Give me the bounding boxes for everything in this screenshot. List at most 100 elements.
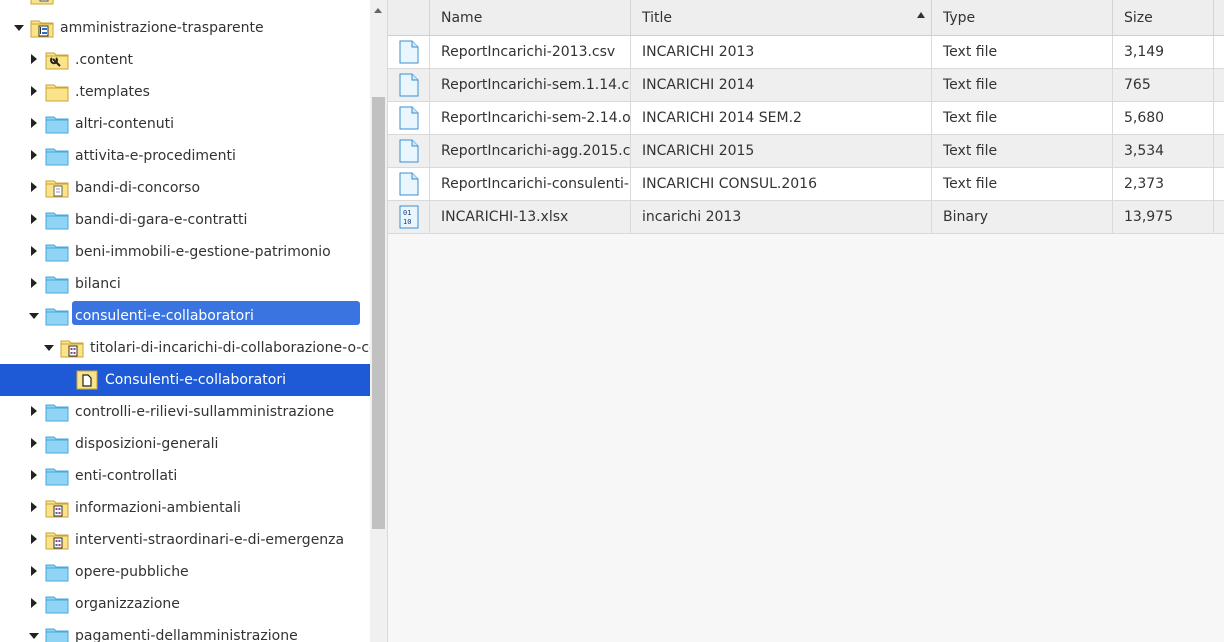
folder-wrench-icon — [45, 50, 69, 70]
collapse-arrow-icon[interactable] — [31, 150, 37, 160]
tree-item-label: opere-pubbliche — [75, 564, 189, 580]
folder-blue-icon — [45, 402, 69, 422]
tree-item-label: organizzazione — [75, 596, 180, 612]
cell-size: 765 — [1113, 69, 1214, 101]
sort-ascending-icon — [917, 12, 925, 18]
collapse-arrow-icon[interactable] — [31, 566, 37, 576]
tree-item-label: .templates — [75, 84, 150, 100]
column-header-title-label: Title — [642, 10, 673, 26]
text-file-icon — [388, 135, 430, 167]
cell-type: Text file — [932, 168, 1113, 200]
tree-item[interactable]: enti-controllati — [0, 460, 370, 492]
text-file-icon — [388, 102, 430, 134]
cell-size: 3,149 — [1113, 36, 1214, 68]
collapse-arrow-icon[interactable] — [31, 118, 37, 128]
table-row[interactable]: ReportIncarichi-sem.1.14.csv INCARICHI 20… — [388, 69, 1224, 102]
tree-item-label: .content — [75, 52, 134, 68]
cell-title: INCARICHI 2014 SEM.2 — [631, 102, 932, 134]
collapse-arrow-icon[interactable] — [31, 246, 37, 256]
folder-blue-icon — [45, 210, 69, 230]
collapse-arrow-icon[interactable] — [31, 438, 37, 448]
column-header-name[interactable]: Name — [430, 0, 631, 35]
expand-arrow-icon[interactable] — [44, 345, 54, 351]
folder-top-partial-icon — [30, 0, 54, 6]
tree-item[interactable]: controlli-e-rilievi-sullamministrazione — [0, 396, 370, 428]
cell-title: INCARICHI 2015 — [631, 135, 932, 167]
table-row[interactable]: ReportIncarichi-2013.csv INCARICHI 2013 Te… — [388, 36, 1224, 69]
column-header-icon — [388, 0, 430, 35]
table-row[interactable]: 01 10 INCARICHI-13.xlsx incarichi 2013 Binar… — [388, 201, 1224, 234]
cell-type: Binary — [932, 201, 1113, 233]
tree-item[interactable]: .content — [0, 44, 370, 76]
folder-blue-icon — [45, 562, 69, 582]
column-header-size[interactable]: Size — [1113, 0, 1214, 35]
tree-item[interactable]: informazioni-ambientali — [0, 492, 370, 524]
collapse-arrow-icon[interactable] — [31, 182, 37, 192]
tree-item[interactable]: .templates — [0, 76, 370, 108]
tree-scrollbar[interactable] — [370, 0, 388, 642]
expand-arrow-icon[interactable] — [29, 313, 39, 319]
column-header-size-label: Size — [1124, 10, 1153, 26]
column-header-type-label: Type — [943, 10, 976, 26]
tree-item[interactable]: bilanci — [0, 268, 370, 300]
folder-blue-icon — [45, 242, 69, 262]
tree-item[interactable]: attivita-e-procedimenti — [0, 140, 370, 172]
column-header-type[interactable]: Type — [932, 0, 1113, 35]
collapse-arrow-icon[interactable] — [31, 406, 37, 416]
tree-item-label: consulenti-e-collaboratori — [75, 308, 254, 324]
tree-item[interactable]: consulenti-e-collaboratori — [0, 300, 370, 332]
collapse-arrow-icon[interactable] — [31, 214, 37, 224]
tree-item[interactable]: organizzazione — [0, 588, 370, 620]
svg-text:10: 10 — [403, 218, 411, 226]
cell-type: Text file — [932, 69, 1113, 101]
file-table: Name Title Type Size ReportIncarichi-201… — [388, 0, 1224, 642]
collapse-arrow-icon[interactable] — [31, 502, 37, 512]
folder-list-icon — [60, 338, 84, 358]
table-row[interactable]: ReportIncarichi-sem-2.14.ods INCARICHI 20… — [388, 102, 1224, 135]
tree-item[interactable]: beni-immobili-e-gestione-patrimonio — [0, 236, 370, 268]
tree-item[interactable]: interventi-straordinari-e-di-emergenza — [0, 524, 370, 556]
tree-item[interactable]: altri-contenuti — [0, 108, 370, 140]
tree-item-label: bilanci — [75, 276, 121, 292]
tree-item[interactable]: pagamenti-dellamministrazione — [0, 620, 370, 642]
collapse-arrow-icon[interactable] — [31, 86, 37, 96]
tree-item[interactable]: bandi-di-gara-e-contratti — [0, 204, 370, 236]
tree-item[interactable]: opere-pubbliche — [0, 556, 370, 588]
expand-arrow-icon[interactable] — [29, 633, 39, 639]
tree-item-label: amministrazione-trasparente — [60, 20, 264, 36]
text-file-icon — [388, 36, 430, 68]
tree-item[interactable]: amministrazione-trasparente — [0, 12, 370, 44]
column-header-name-label: Name — [441, 10, 483, 26]
tree-item[interactable]: titolari-di-incarichi-di-collaborazione-… — [0, 332, 370, 364]
collapse-arrow-icon[interactable] — [31, 278, 37, 288]
collapse-arrow-icon[interactable] — [31, 598, 37, 608]
scrollbar-thumb[interactable] — [372, 97, 385, 529]
column-header-title[interactable]: Title — [631, 0, 932, 35]
collapse-arrow-icon[interactable] — [31, 54, 37, 64]
scroll-up-arrow-icon[interactable] — [374, 8, 382, 13]
cell-title: INCARICHI CONSUL.2016 — [631, 168, 932, 200]
table-row[interactable]: ReportIncarichi-agg.2015.csv INCARICHI 20… — [388, 135, 1224, 168]
tree-item[interactable]: disposizioni-generali — [0, 428, 370, 460]
tree-item-label: beni-immobili-e-gestione-patrimonio — [75, 244, 331, 260]
cell-size: 3,534 — [1113, 135, 1214, 167]
table-row[interactable]: ReportIncarichi-consulenti-2016.csvINCAR… — [388, 168, 1224, 201]
tree-item[interactable]: Consulenti-e-collaboratori — [0, 364, 370, 396]
cell-type: Text file — [932, 36, 1113, 68]
folder-tree-icon — [30, 18, 54, 38]
cell-size: 5,680 — [1113, 102, 1214, 134]
folder-blue-icon — [45, 146, 69, 166]
cell-type: Text file — [932, 135, 1113, 167]
tree-item-label: disposizioni-generali — [75, 436, 219, 452]
collapse-arrow-icon[interactable] — [31, 470, 37, 480]
cell-type: Text file — [932, 102, 1113, 134]
folder-list-icon — [45, 498, 69, 518]
folder-blue-icon — [45, 466, 69, 486]
binary-file-icon: 01 10 — [388, 201, 430, 233]
tree-item-label: informazioni-ambientali — [75, 500, 241, 516]
tree-item[interactable]: bandi-di-concorso — [0, 172, 370, 204]
tree-item-label: bandi-di-concorso — [75, 180, 201, 196]
expand-arrow-icon[interactable] — [14, 25, 24, 31]
collapse-arrow-icon[interactable] — [31, 534, 37, 544]
text-file-icon — [388, 69, 430, 101]
